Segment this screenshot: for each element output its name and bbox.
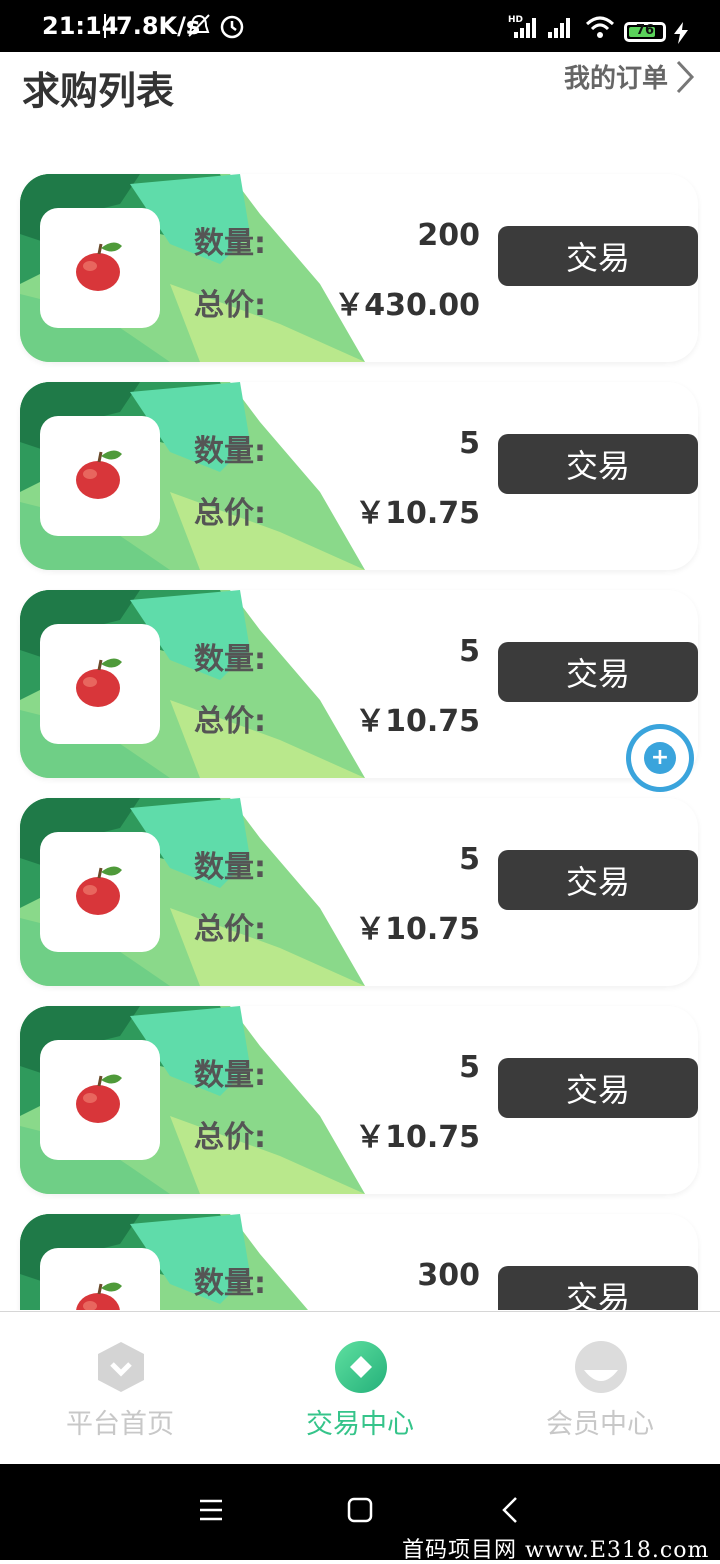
quantity-label: 数量:: [194, 1266, 266, 1301]
total-price-label: 总价:: [194, 496, 266, 531]
total-price-value: ￥10.75: [355, 496, 480, 531]
battery-icon: 76: [624, 22, 666, 42]
trade-button[interactable]: 交易: [498, 434, 698, 494]
floating-assist-button[interactable]: +: [626, 724, 694, 792]
status-bar: 21:14 7.8K/s HD 76: [0, 0, 720, 52]
my-orders-link[interactable]: 我的订单: [564, 58, 696, 95]
quantity-value: 5: [459, 1050, 480, 1085]
back-icon[interactable]: [500, 1496, 520, 1524]
quantity-value: 5: [459, 634, 480, 669]
bottom-tab-bar: 平台首页 交易中心 会员中心: [0, 1311, 720, 1465]
battery-level: 76: [635, 23, 655, 38]
trade-button[interactable]: 交易: [498, 642, 698, 702]
svg-text:HD: HD: [508, 15, 523, 25]
quantity-label: 数量:: [194, 850, 266, 885]
product-thumbnail: [40, 832, 160, 952]
tab-trade-label: 交易中心: [306, 1409, 414, 1440]
product-thumbnail: [40, 624, 160, 744]
tab-member-label: 会员中心: [546, 1409, 654, 1440]
plus-icon: +: [644, 742, 676, 774]
product-thumbnail: [40, 208, 160, 328]
quantity-label: 数量:: [194, 434, 266, 469]
order-card: 数量: 5 总价: ￥10.75 交易: [20, 590, 698, 778]
quantity-value: 300: [417, 1258, 480, 1293]
order-card: 数量: 5 总价: ￥10.75 交易: [20, 798, 698, 986]
trade-diamond-icon: [335, 1341, 387, 1393]
order-card: 数量: 5 总价: ￥10.75 交易: [20, 382, 698, 570]
product-thumbnail: [40, 1040, 160, 1160]
total-price-value: ￥10.75: [355, 704, 480, 739]
member-circle-icon: [575, 1341, 627, 1393]
total-price-value: ￥10.75: [355, 912, 480, 947]
wifi-icon: [585, 16, 615, 38]
trade-button[interactable]: 交易: [498, 1266, 698, 1310]
tab-home[interactable]: 平台首页: [0, 1312, 240, 1465]
apple-icon: [76, 1282, 122, 1310]
quantity-label: 数量:: [194, 226, 266, 261]
my-orders-label: 我的订单: [563, 64, 668, 94]
quantity-value: 5: [459, 426, 480, 461]
product-thumbnail: [40, 416, 160, 536]
signal-icon: [548, 18, 570, 38]
apple-icon: [76, 866, 122, 915]
order-card: 数量: 200 总价: ￥430.00 交易: [20, 174, 698, 362]
trade-button[interactable]: 交易: [498, 1058, 698, 1118]
hd-signal-icon: HD: [508, 15, 536, 38]
clock: 21:14: [42, 12, 119, 40]
status-separator: [104, 14, 106, 38]
order-list[interactable]: 数量: 200 总价: ￥430.00 交易 数量: 5 总价: ￥10.75 …: [0, 170, 720, 1310]
chevron-right-icon: [676, 60, 695, 93]
apple-icon: [76, 658, 122, 707]
home-hexagon-icon: [98, 1342, 144, 1392]
total-price-label: 总价:: [194, 1120, 266, 1155]
tab-home-label: 平台首页: [66, 1409, 174, 1440]
total-price-value: ￥10.75: [355, 1120, 480, 1155]
quantity-label: 数量:: [194, 1058, 266, 1093]
quantity-value: 200: [417, 218, 480, 253]
charging-icon: [674, 22, 688, 44]
apple-icon: [76, 1074, 122, 1123]
trade-button[interactable]: 交易: [498, 850, 698, 910]
mute-bell-icon: [188, 14, 210, 37]
watermark: 首码项目网 www.E318.com: [402, 1538, 710, 1563]
total-price-value: ￥430.00: [334, 288, 480, 323]
apple-icon: [76, 242, 122, 291]
apple-icon: [76, 450, 122, 499]
trade-button[interactable]: 交易: [498, 226, 698, 286]
tab-trade-center[interactable]: 交易中心: [240, 1312, 480, 1465]
quantity-label: 数量:: [194, 642, 266, 677]
total-price-label: 总价:: [194, 704, 266, 739]
alarm-icon: [220, 15, 244, 39]
order-card: 数量: 5 总价: ￥10.75 交易: [20, 1006, 698, 1194]
page-title: 求购列表: [22, 69, 175, 113]
quantity-value: 5: [459, 842, 480, 877]
total-price-label: 总价:: [194, 288, 266, 323]
tab-member-center[interactable]: 会员中心: [480, 1312, 720, 1465]
order-card: 数量: 300 总价: 交易: [20, 1214, 698, 1310]
product-thumbnail: [40, 1248, 160, 1310]
menu-icon[interactable]: [198, 1498, 224, 1522]
total-price-label: 总价:: [194, 912, 266, 947]
home-square-icon[interactable]: [346, 1496, 374, 1524]
